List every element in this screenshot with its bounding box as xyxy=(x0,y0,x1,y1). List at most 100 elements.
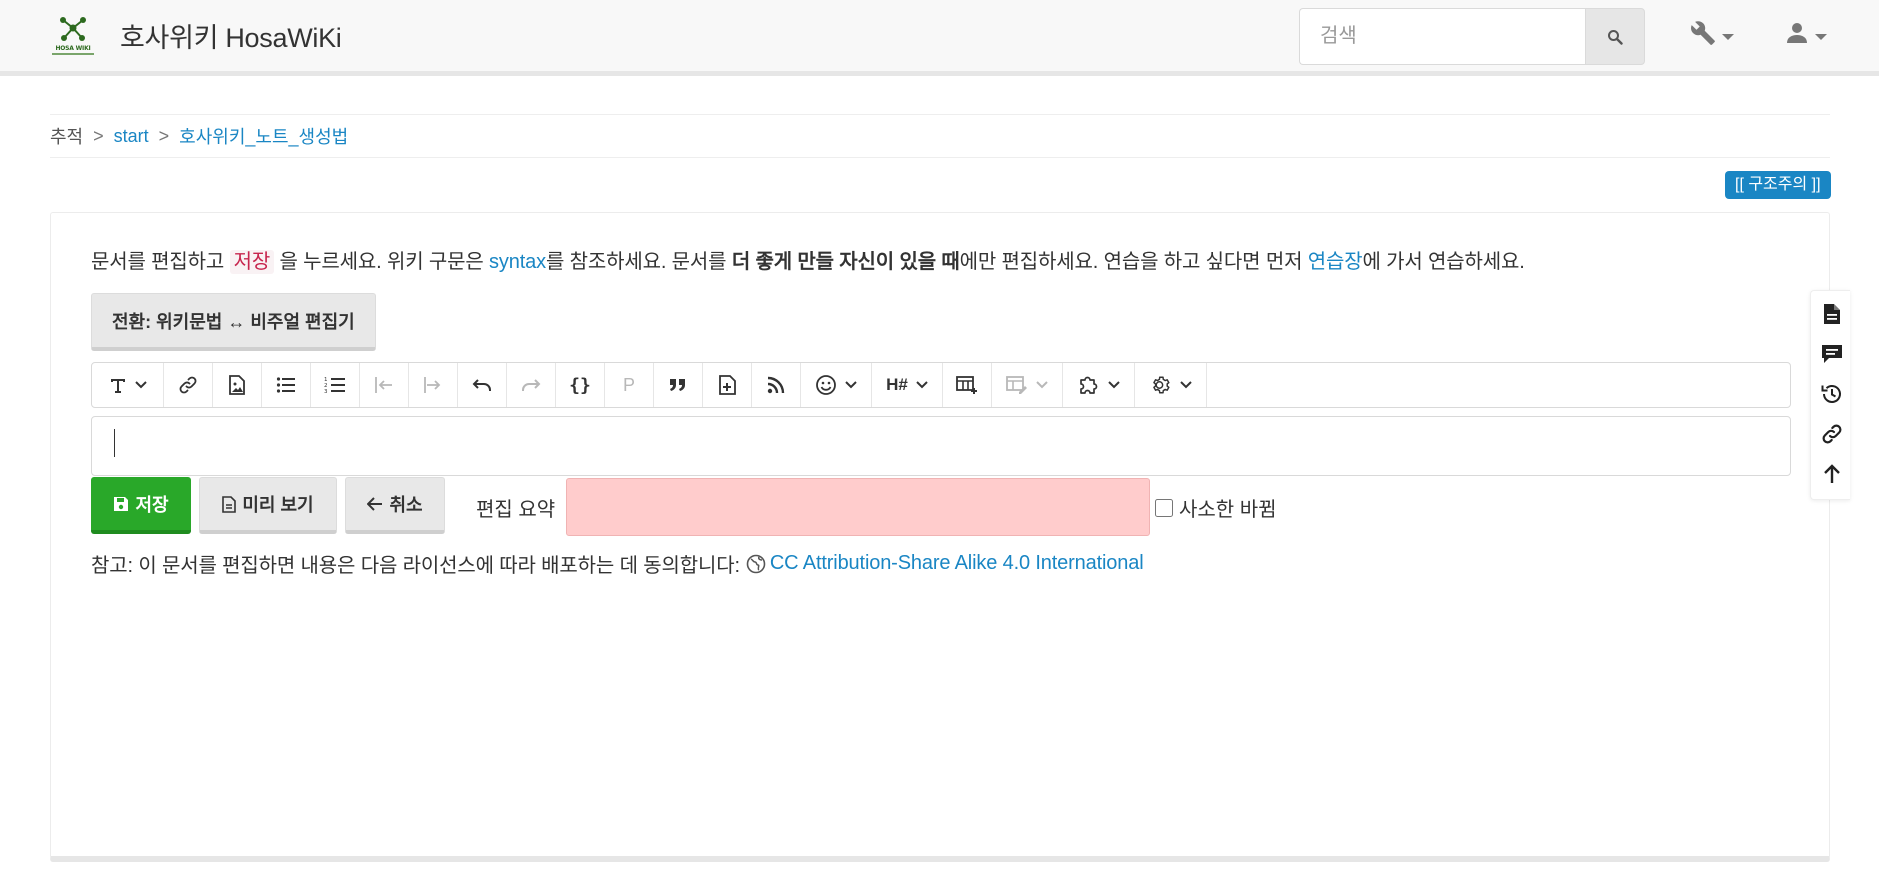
link-icon xyxy=(179,376,197,394)
back-to-top-tool[interactable] xyxy=(1819,461,1845,487)
toolbar-indent-button[interactable] xyxy=(409,363,458,407)
bullet-list-icon xyxy=(276,377,295,393)
edit-summary-label: 편집 요약 xyxy=(476,499,556,521)
breadcrumb-link-current[interactable]: 호사위키_노트_생성법 xyxy=(179,123,348,149)
intro-text: 에만 편집하세요. 연습을 하고 싶다면 먼저 xyxy=(959,251,1308,273)
toolbar-insert-file-button[interactable] xyxy=(703,363,752,407)
toolbar-table-edit-dropdown[interactable] xyxy=(992,363,1063,407)
site-tools-dropdown[interactable] xyxy=(1690,20,1734,46)
toolbar-plugin-dropdown[interactable] xyxy=(1063,363,1135,407)
chevron-down-icon xyxy=(845,381,857,389)
redo-icon xyxy=(522,379,541,391)
indent-icon xyxy=(424,377,441,393)
wrench-icon xyxy=(1691,21,1715,45)
show-page-tool[interactable] xyxy=(1819,301,1845,327)
file-plus-icon xyxy=(719,375,736,395)
site-logo[interactable]: HOSA WIKI xyxy=(52,14,94,58)
user-tools-dropdown[interactable] xyxy=(1785,21,1827,45)
document-icon xyxy=(222,495,237,513)
top-navbar: HOSA WIKI 호사위키 HosaWiKi xyxy=(0,0,1879,76)
history-tool[interactable] xyxy=(1819,381,1845,407)
backlinks-tool[interactable] xyxy=(1819,421,1845,447)
site-title[interactable]: 호사위키 HosaWiKi xyxy=(120,16,342,55)
toolbar-link-button[interactable] xyxy=(164,363,213,407)
license-notice: 참고: 이 문서를 편집하면 내용은 다음 라이선스에 따라 배포하는 데 동의… xyxy=(91,549,1144,578)
link-icon xyxy=(1822,424,1842,444)
toolbar-numbered-list-button[interactable]: 123 xyxy=(311,363,360,407)
image-file-icon xyxy=(229,375,245,395)
save-keyword: 저장 xyxy=(229,250,275,274)
toolbar-table-button[interactable] xyxy=(943,363,992,407)
wiki-text-editor[interactable] xyxy=(91,416,1791,476)
intro-text: 을 누르세요. 위키 구문은 xyxy=(274,251,490,273)
code-icon: {} xyxy=(569,374,591,396)
table-add-icon xyxy=(956,376,977,394)
toolbar-outdent-button[interactable] xyxy=(360,363,409,407)
page-tools-sidebar xyxy=(1810,290,1850,500)
comments-icon xyxy=(1822,345,1842,363)
preview-button-label: 미리 보기 xyxy=(242,495,314,515)
breadcrumb-divider-bottom xyxy=(50,157,1830,158)
toolbar-redo-button[interactable] xyxy=(507,363,556,407)
chevron-down-icon xyxy=(1815,34,1827,40)
minor-edit-label: 사소한 바뀜 xyxy=(1179,499,1277,521)
preview-button[interactable]: 미리 보기 xyxy=(199,477,337,534)
minor-edit-checkbox[interactable] xyxy=(1155,498,1173,517)
toolbar-heading-dropdown[interactable]: H# xyxy=(872,363,943,407)
chevron-down-icon xyxy=(1179,381,1192,389)
table-edit-icon xyxy=(1006,376,1027,394)
intro-text: 를 참조하세요. 문서를 xyxy=(545,251,732,273)
toolbar-rss-button[interactable] xyxy=(752,363,801,407)
syntax-link[interactable]: syntax xyxy=(489,251,546,273)
breadcrumb-divider-top xyxy=(50,114,1830,115)
intro-text: 문서를 편집하고 xyxy=(91,251,230,273)
breadcrumb-link-start[interactable]: start xyxy=(114,126,149,147)
text-cursor xyxy=(114,429,115,457)
document-icon xyxy=(1824,304,1840,324)
toolbar-undo-button[interactable] xyxy=(458,363,507,407)
cancel-button[interactable]: 취소 xyxy=(345,477,445,534)
quote-icon xyxy=(670,379,685,391)
outdent-icon xyxy=(375,377,392,393)
toolbar-settings-dropdown[interactable] xyxy=(1135,363,1207,407)
arrow-left-icon xyxy=(367,497,383,511)
toolbar-blockquote-button[interactable] xyxy=(654,363,703,407)
toolbar-code-button[interactable]: {} xyxy=(556,363,605,407)
page-namespace-badge[interactable]: [[ 구조주의 ]] xyxy=(1725,171,1831,199)
search-button[interactable] xyxy=(1585,8,1645,65)
numbered-list-icon: 123 xyxy=(324,377,345,394)
edit-page-panel: 문서를 편집하고 저장 을 누르세요. 위키 구문은 syntax를 참조하세요… xyxy=(50,212,1830,862)
breadcrumb-separator: > xyxy=(93,125,104,146)
gear-icon xyxy=(1152,376,1170,394)
globe-icon xyxy=(746,554,766,573)
rss-icon xyxy=(767,376,785,394)
editor-toolbar: 123 {} P H# xyxy=(91,362,1791,408)
save-button-label: 저장 xyxy=(135,494,169,515)
license-text: 참고: 이 문서를 편집하면 내용은 다음 라이선스에 따라 배포하는 데 동의… xyxy=(91,555,740,577)
edit-summary-input[interactable] xyxy=(566,478,1150,536)
playground-link[interactable]: 연습장 xyxy=(1308,251,1363,273)
paragraph-icon: P xyxy=(622,374,635,395)
discussion-tool[interactable] xyxy=(1819,341,1845,367)
switch-editor-button[interactable]: 전환: 위키문법 ↔ 비주얼 편집기 xyxy=(91,293,376,351)
logo-text: HOSA WIKI xyxy=(55,45,91,52)
toolbar-emoji-dropdown[interactable] xyxy=(801,363,872,407)
search-input[interactable] xyxy=(1299,8,1585,65)
toolbar-paragraph-button[interactable]: P xyxy=(605,363,654,407)
minor-edit-option[interactable]: 사소한 바뀜 xyxy=(1155,493,1277,522)
emoji-icon xyxy=(816,375,836,395)
chevron-down-icon xyxy=(1722,34,1734,40)
arrow-up-icon xyxy=(1824,464,1840,483)
text-format-icon xyxy=(110,379,125,393)
license-link[interactable]: CC Attribution-Share Alike 4.0 Internati… xyxy=(770,552,1144,575)
text-format-dropdown[interactable] xyxy=(92,363,164,407)
heading-icon: H# xyxy=(886,375,908,394)
toolbar-bullet-list-button[interactable] xyxy=(262,363,311,407)
search-icon xyxy=(1608,29,1623,45)
chevron-down-icon xyxy=(1107,381,1120,389)
chevron-down-icon xyxy=(1036,381,1048,389)
toolbar-image-button[interactable] xyxy=(213,363,262,407)
save-button[interactable]: 저장 xyxy=(91,477,191,534)
chevron-down-icon xyxy=(134,381,147,389)
edit-intro-text: 문서를 편집하고 저장 을 누르세요. 위키 구문은 syntax를 참조하세요… xyxy=(91,245,1525,274)
